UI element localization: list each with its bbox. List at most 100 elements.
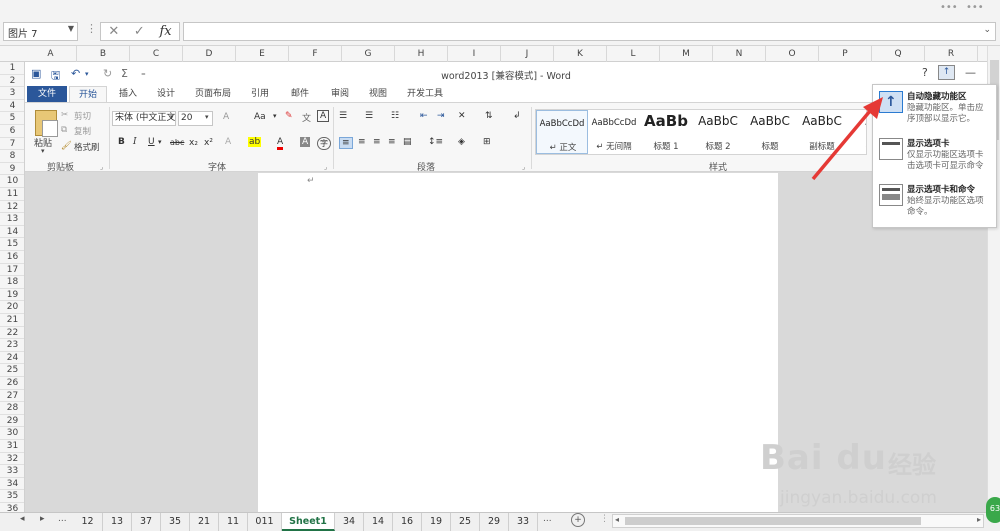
tab-review[interactable]: 审阅 xyxy=(323,86,357,102)
font-color-icon[interactable]: A xyxy=(277,137,284,150)
column-header-c[interactable]: C xyxy=(130,46,183,62)
change-case-dropdown-icon[interactable]: ▾ xyxy=(273,112,277,120)
sheet-tab[interactable]: 19 xyxy=(422,513,451,531)
italic-icon[interactable]: I xyxy=(133,137,137,147)
sheet-tab[interactable]: 21 xyxy=(190,513,219,531)
chinese-layout-icon[interactable]: ✕ xyxy=(458,111,466,121)
more-icon[interactable]: ••• xyxy=(940,2,958,13)
column-header-p[interactable]: P xyxy=(819,46,872,62)
align-left-icon[interactable]: ≡ xyxy=(339,137,353,149)
paragraph-launcher-icon[interactable]: ⌟ xyxy=(522,163,525,171)
column-header-h[interactable]: H xyxy=(395,46,448,62)
tab-references[interactable]: 引用 xyxy=(243,86,277,102)
sheet-tab[interactable]: 011 xyxy=(248,513,282,531)
menu-item-auto-hide-ribbon[interactable]: ↑ 自动隐藏功能区 隐藏功能区。单击应 序顶部以显示它。 xyxy=(873,87,996,131)
row-header-cell[interactable]: 11 xyxy=(0,188,24,201)
column-header-k[interactable]: K xyxy=(554,46,607,62)
formula-input[interactable]: ⌄ xyxy=(183,22,996,41)
scroll-thumb[interactable] xyxy=(625,517,921,525)
cut-button[interactable]: 剪切 xyxy=(74,110,91,122)
line-spacing-icon[interactable]: ↕≡ xyxy=(428,137,443,147)
tab-insert[interactable]: 插入 xyxy=(111,86,145,102)
sheet-tab[interactable]: 16 xyxy=(393,513,422,531)
row-header-cell[interactable]: 6 xyxy=(0,125,24,138)
more-icon-2[interactable]: ••• xyxy=(966,2,984,13)
tab-splitter-icon[interactable]: ⋮ xyxy=(600,514,609,524)
add-sheet-icon[interactable]: + xyxy=(571,513,585,527)
expand-formula-icon[interactable]: ⌄ xyxy=(983,25,991,35)
cut-icon[interactable]: ✂ xyxy=(61,110,68,120)
row-header-cell[interactable]: 10 xyxy=(0,175,24,188)
floating-badge[interactable]: 63 xyxy=(986,497,1000,523)
underline-dropdown-icon[interactable]: ▾ xyxy=(158,138,162,146)
tab-developer[interactable]: 开发工具 xyxy=(401,86,449,102)
increase-indent-icon[interactable]: ⇥ xyxy=(437,111,445,121)
column-header-n[interactable]: N xyxy=(713,46,766,62)
column-header-a[interactable]: A xyxy=(25,46,77,62)
grow-font-icon[interactable]: A xyxy=(223,112,229,122)
document-page[interactable] xyxy=(258,173,778,512)
column-header-m[interactable]: M xyxy=(660,46,713,62)
phonetic-guide-icon[interactable]: 文 xyxy=(302,111,311,124)
sheet-tab[interactable]: 14 xyxy=(364,513,393,531)
column-header-d[interactable]: D xyxy=(183,46,236,62)
strikethrough-icon[interactable]: abc xyxy=(170,138,184,147)
sheet-tab-active[interactable]: Sheet1 xyxy=(282,513,335,531)
prev-sheet-icon[interactable]: ◂ xyxy=(20,514,25,524)
row-header-cell[interactable]: 5 xyxy=(0,112,24,125)
paste-icon[interactable] xyxy=(35,110,58,137)
show-marks-icon[interactable]: ↲ xyxy=(513,111,521,121)
numbering-icon[interactable]: ☰ xyxy=(365,111,373,121)
row-header-cell[interactable]: 9 xyxy=(0,163,24,176)
font-size-dropdown-icon[interactable]: ▾ xyxy=(205,113,209,121)
help-button[interactable]: ? xyxy=(922,66,928,79)
row-header-cell[interactable]: 22 xyxy=(0,327,24,340)
row-header-cell[interactable]: 34 xyxy=(0,478,24,491)
copy-button[interactable]: 复制 xyxy=(74,125,91,137)
multilevel-list-icon[interactable]: ☷ xyxy=(391,111,399,121)
char-shading-icon[interactable]: A xyxy=(300,137,311,147)
enclose-char-icon[interactable]: 字 xyxy=(317,137,331,150)
menu-item-show-tabs[interactable]: 显示选项卡 仅显示功能区选项卡 击选项卡可显示命令 xyxy=(873,134,996,178)
font-name-combo[interactable]: 宋体 (中文正文) xyxy=(112,111,176,126)
row-header-cell[interactable]: 33 xyxy=(0,465,24,478)
align-right-icon[interactable]: ≡ xyxy=(373,137,381,147)
row-header-cell[interactable]: 3 xyxy=(0,87,24,100)
sheet-tab[interactable]: 11 xyxy=(219,513,248,531)
minimize-button[interactable]: — xyxy=(965,66,976,79)
row-header-cell[interactable]: 16 xyxy=(0,251,24,264)
tab-mailings[interactable]: 邮件 xyxy=(283,86,317,102)
scroll-left-icon[interactable]: ◂ xyxy=(615,515,619,524)
scroll-right-icon[interactable]: ▸ xyxy=(977,515,981,524)
tab-home[interactable]: 开始 xyxy=(69,86,107,102)
column-header-b[interactable]: B xyxy=(77,46,130,62)
row-header-cell[interactable]: 8 xyxy=(0,150,24,163)
ribbon-display-options-button[interactable]: ↑ xyxy=(938,65,955,80)
tab-file[interactable]: 文件 xyxy=(27,86,67,102)
column-header-q[interactable]: Q xyxy=(872,46,925,62)
tab-view[interactable]: 视图 xyxy=(361,86,395,102)
decrease-indent-icon[interactable]: ⇤ xyxy=(420,111,428,121)
clipboard-launcher-icon[interactable]: ⌟ xyxy=(100,163,103,171)
font-name-dropdown-icon[interactable]: ▾ xyxy=(170,113,174,121)
sheet-ellipsis-left[interactable]: ... xyxy=(58,514,67,524)
chevron-down-icon[interactable]: ▼ xyxy=(68,24,74,33)
row-header-cell[interactable]: 14 xyxy=(0,226,24,239)
row-header-cell[interactable]: 30 xyxy=(0,427,24,440)
tab-design[interactable]: 设计 xyxy=(149,86,183,102)
align-center-icon[interactable]: ≡ xyxy=(358,137,366,147)
subscript-icon[interactable]: x₂ xyxy=(189,138,198,148)
format-painter-button[interactable]: 格式刷 xyxy=(74,141,100,153)
row-header-cell[interactable]: 28 xyxy=(0,402,24,415)
row-header-cell[interactable]: 31 xyxy=(0,440,24,453)
tab-page-layout[interactable]: 页面布局 xyxy=(187,86,239,102)
borders-icon[interactable]: ⊞ xyxy=(483,137,491,147)
bold-icon[interactable]: B xyxy=(118,137,125,147)
column-header-f[interactable]: F xyxy=(289,46,342,62)
column-header-o[interactable]: O xyxy=(766,46,819,62)
enter-icon[interactable]: ✓ xyxy=(134,24,145,39)
column-header-i[interactable]: I xyxy=(448,46,501,62)
column-header-j[interactable]: J xyxy=(501,46,554,62)
sheet-tab[interactable]: 37 xyxy=(132,513,161,531)
cancel-icon[interactable]: ✕ xyxy=(108,24,119,39)
